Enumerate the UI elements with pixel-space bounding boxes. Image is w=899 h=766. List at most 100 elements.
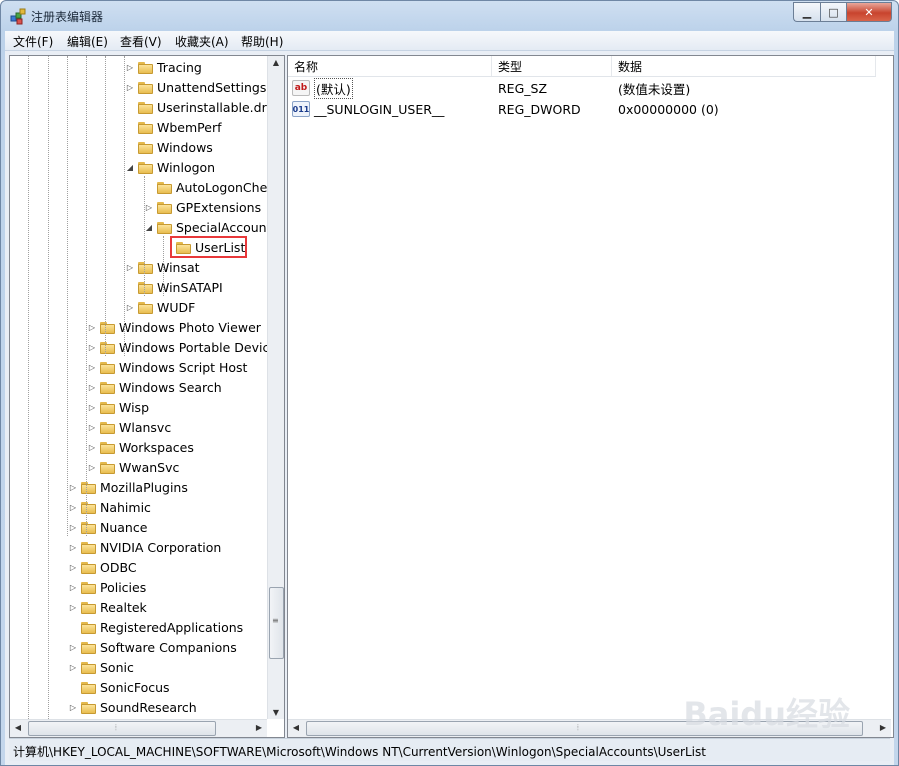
menu-view[interactable]: 查看(V): [120, 33, 162, 50]
baidu-watermark: Baidu经验: [683, 695, 850, 733]
tree-item[interactable]: ▷ Tracing: [125, 57, 202, 77]
expand-arrow-icon[interactable]: ▷: [68, 643, 78, 652]
folder-icon: [100, 321, 115, 334]
column-header-data[interactable]: 数据: [612, 56, 876, 76]
tree-item[interactable]: ▷ Windows Photo Viewer: [87, 317, 261, 337]
value-name-cell[interactable]: ab (默认): [292, 77, 488, 99]
registry-values-list[interactable]: 名称 类型 数据 ab (默认) REG_SZ (数值未设置) 011 __SUNLOGI…: [287, 55, 894, 738]
tree-item[interactable]: ▷ Nuance: [68, 517, 148, 537]
expand-arrow-icon[interactable]: ▷: [125, 303, 135, 312]
tree-item[interactable]: ▷ Windows Script Host: [87, 357, 248, 377]
tree-item[interactable]: WbemPerf: [125, 117, 221, 137]
tree-item[interactable]: ▷ SoundResearch: [68, 697, 197, 717]
expand-arrow-icon[interactable]: ▷: [68, 483, 78, 492]
tree-horizontal-scroll-thumb[interactable]: ⦙: [28, 721, 216, 736]
expand-arrow-icon[interactable]: ▷: [87, 403, 97, 412]
scroll-up-icon[interactable]: ▲: [268, 58, 284, 67]
tree-item-label: ODBC: [100, 559, 137, 575]
tree-item[interactable]: ◢ SpecialAccount: [144, 217, 272, 237]
expand-arrow-icon[interactable]: ▷: [125, 83, 135, 92]
tree-item[interactable]: Userinstallable.driv: [125, 97, 278, 117]
expand-arrow-icon[interactable]: ▷: [68, 663, 78, 672]
scroll-down-icon[interactable]: ▼: [268, 708, 284, 717]
column-header-name[interactable]: 名称: [288, 56, 492, 76]
tree-item[interactable]: ▷ Windows Portable Device: [87, 337, 277, 357]
tree-item[interactable]: ▷ UnattendSettings: [125, 77, 266, 97]
value-type-cell[interactable]: REG_DWORD: [498, 99, 608, 119]
expand-arrow-icon[interactable]: ▷: [87, 323, 97, 332]
folder-icon: [157, 181, 172, 194]
tree-item[interactable]: ▷ Software Companions: [68, 637, 237, 657]
expand-arrow-icon[interactable]: ▷: [68, 583, 78, 592]
expand-arrow-icon[interactable]: ▷: [68, 703, 78, 712]
expand-arrow-icon[interactable]: ▷: [68, 603, 78, 612]
tree-item-label: WwanSvc: [119, 459, 180, 475]
expand-arrow-icon[interactable]: ▷: [68, 523, 78, 532]
expand-arrow-icon[interactable]: ▷: [87, 383, 97, 392]
menu-file[interactable]: 文件(F): [13, 33, 53, 50]
title-bar[interactable]: 注册表编辑器 ▁ □ ✕: [1, 1, 898, 31]
tree-horizontal-scrollbar[interactable]: ◀ ⦙ ▶: [10, 719, 267, 737]
value-name-cell[interactable]: 011 __SUNLOGIN_USER__: [292, 99, 488, 119]
column-header-type[interactable]: 类型: [492, 56, 612, 76]
tree-item-label: Windows Search: [119, 379, 222, 395]
folder-icon: [138, 101, 153, 114]
maximize-button[interactable]: □: [820, 2, 846, 22]
collapse-arrow-icon[interactable]: ◢: [144, 223, 154, 232]
expand-arrow-icon[interactable]: ▷: [125, 63, 135, 72]
tree-item[interactable]: ▷ NVIDIA Corporation: [68, 537, 221, 557]
list-header: 名称 类型 数据: [288, 56, 876, 77]
value-type-cell[interactable]: REG_SZ: [498, 78, 608, 98]
tree-item[interactable]: ▷ WUDF: [125, 297, 195, 317]
tree-item[interactable]: ◢ Winlogon: [125, 157, 215, 177]
menu-help[interactable]: 帮助(H): [241, 33, 283, 50]
value-data-cell[interactable]: (数值未设置): [618, 78, 868, 98]
menu-favorites[interactable]: 收藏夹(A): [175, 33, 229, 50]
expand-arrow-icon[interactable]: ▷: [87, 443, 97, 452]
minimize-button[interactable]: ▁: [793, 2, 820, 22]
tree-item[interactable]: ▷ Wlansvc: [87, 417, 171, 437]
tree-item[interactable]: Windows: [125, 137, 213, 157]
tree-item[interactable]: ▷ Windows Search: [87, 377, 222, 397]
expand-arrow-icon[interactable]: ▷: [87, 463, 97, 472]
close-button[interactable]: ✕: [846, 2, 892, 22]
folder-icon: [81, 581, 96, 594]
tree-item-label: Tracing: [157, 59, 202, 75]
tree-item[interactable]: AutoLogonChe: [144, 177, 267, 197]
tree-item[interactable]: ▷ GPExtensions: [144, 197, 261, 217]
tree-item-label: AutoLogonChe: [176, 179, 268, 195]
tree-item-label: Winlogon: [157, 159, 216, 175]
tree-item[interactable]: ▷ Workspaces: [87, 437, 194, 457]
tree-item[interactable]: ▷ Sonic: [68, 657, 134, 677]
tree-item-label: SonicFocus: [100, 679, 170, 695]
tree-item[interactable]: ▷ Wisp: [87, 397, 149, 417]
expand-arrow-icon[interactable]: ▷: [87, 343, 97, 352]
tree-item[interactable]: WinSATAPI: [125, 277, 223, 297]
expand-arrow-icon[interactable]: ▷: [68, 503, 78, 512]
scroll-right-icon[interactable]: ▶: [875, 723, 891, 732]
expand-arrow-icon[interactable]: ▷: [87, 423, 97, 432]
minimize-icon: ▁: [802, 5, 812, 19]
tree-item[interactable]: ▷ ODBC: [68, 557, 137, 577]
expand-arrow-icon[interactable]: ▷: [68, 563, 78, 572]
menu-edit[interactable]: 编辑(E): [67, 33, 108, 50]
tree-item[interactable]: ▷ Nahimic: [68, 497, 151, 517]
tree-item[interactable]: SonicFocus: [68, 677, 170, 697]
expand-arrow-icon[interactable]: ▷: [87, 363, 97, 372]
tree-vertical-scrollbar[interactable]: ▲ ≡ ▼: [267, 56, 284, 719]
tree-item[interactable]: ▷ Policies: [68, 577, 146, 597]
expand-arrow-icon[interactable]: ▷: [125, 263, 135, 272]
tree-item[interactable]: ▷ WwanSvc: [87, 457, 179, 477]
tree-vertical-scroll-thumb[interactable]: ≡: [269, 587, 284, 659]
folder-icon: [100, 441, 115, 454]
registry-key-tree[interactable]: ▷ Tracing ▷ UnattendSettings Userinstallable…: [9, 55, 285, 738]
expand-arrow-icon[interactable]: ▷: [68, 543, 78, 552]
value-data-cell[interactable]: 0x00000000 (0): [618, 99, 868, 119]
expand-arrow-icon[interactable]: ▷: [144, 203, 154, 212]
scroll-right-icon[interactable]: ▶: [251, 723, 267, 732]
collapse-arrow-icon[interactable]: ◢: [125, 163, 135, 172]
scroll-left-icon[interactable]: ◀: [10, 723, 26, 732]
tree-item[interactable]: RegisteredApplications: [68, 617, 243, 637]
tree-item[interactable]: ▷ Realtek: [68, 597, 147, 617]
scroll-left-icon[interactable]: ◀: [288, 723, 304, 732]
